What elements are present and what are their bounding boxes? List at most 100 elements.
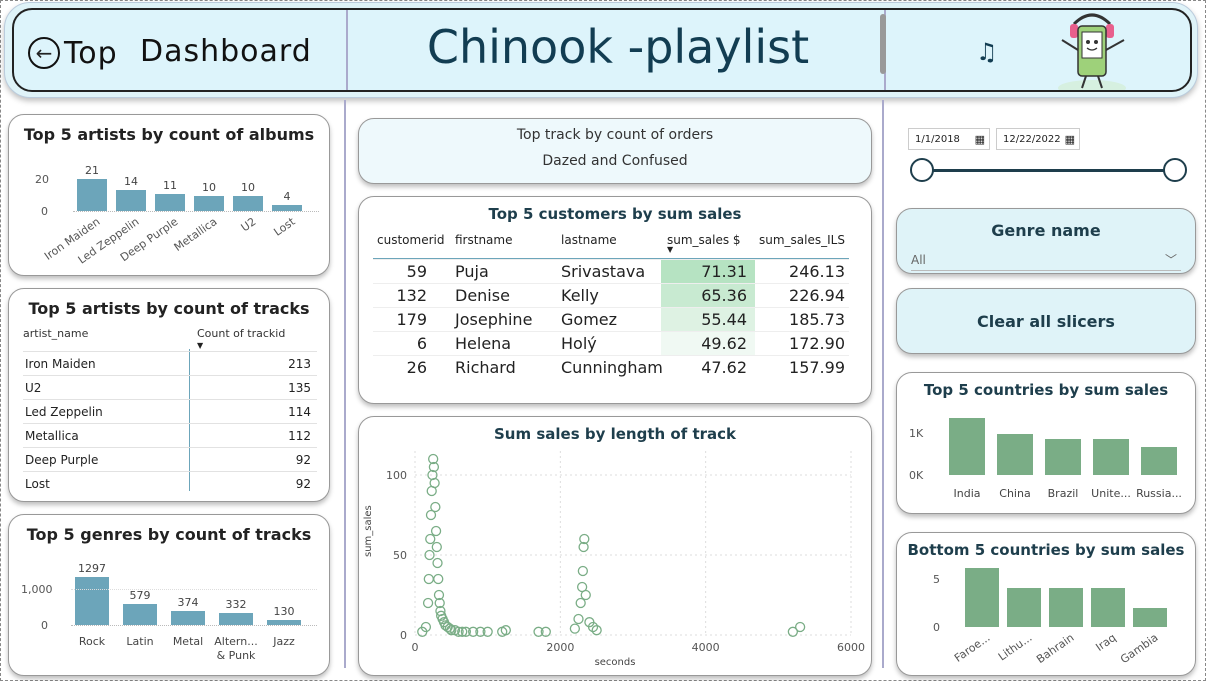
x-tick-label: India [953,487,981,500]
bar [1045,438,1081,475]
bar [965,568,999,627]
y-tick: 5 [933,573,940,586]
x-tick-label: Brazil [1047,487,1079,500]
date-slider-track[interactable] [922,169,1176,172]
data-label: 374 [177,596,199,610]
column-header-sum-sales-ils[interactable]: sum_sales_ILS [759,233,845,247]
music-mascot-icon [1058,13,1126,90]
x-tick-label: 4000 [692,641,720,654]
x-tick-label: Russia... [1136,487,1182,500]
bar [171,611,205,625]
column-header-artist[interactable]: artist_name [23,327,88,340]
x-tick-label: Unite... [1091,487,1131,500]
baseline [71,625,317,626]
baseline [73,211,319,212]
column-header-customerid[interactable]: customerid [377,233,444,247]
y-tick: 0K [909,469,924,482]
bottom-countries-card: Bottom 5 countries by sum sales 5 0 Faro… [896,532,1196,676]
clear-slicers-button[interactable]: Clear all slicers [896,288,1196,354]
top-track-value: Dazed and Confused [542,153,688,169]
track-count: 114 [288,404,311,419]
track-count: 213 [288,356,311,371]
table-row[interactable]: 6 Helena Holý 49.62 172.90 [373,331,849,356]
header-scrollbar[interactable] [880,14,886,74]
table-row[interactable]: 132 Denise Kelly 65.36 226.94 [373,283,849,308]
table-row[interactable]: Deep Purple 92 [23,447,317,471]
last-name: Holý [561,334,597,353]
end-date-input[interactable]: 12/22/2022 ▦ [996,128,1080,150]
y-tick-label: 100 [386,469,407,482]
x-tick-label: 6000 [837,641,865,654]
bar [1049,588,1083,627]
data-label: 11 [163,179,177,193]
date-slider-start-handle[interactable] [910,158,934,182]
data-label: 1297 [78,562,106,575]
start-date-value: 1/1/2018 [915,133,960,145]
genres-chart-card: Top 5 genres by count of tracks 1,000 0 … [8,514,330,676]
card-title: Top 5 artists by count of tracks [28,299,310,318]
first-name: Richard [455,358,516,377]
sum-sales-ils: 172.90 [789,334,845,353]
table-row[interactable]: Iron Maiden 213 [23,351,317,375]
calendar-icon[interactable]: ▦ [975,133,985,146]
customer-id: 59 [406,262,427,281]
bar [949,417,985,475]
calendar-icon[interactable]: ▦ [1065,133,1075,146]
column-divider [882,100,884,668]
artist-name: U2 [25,380,42,395]
back-button[interactable]: ← Top [28,28,118,78]
scatter-point [431,541,442,553]
header-panel: ← Top Dashboard Chinook -playlist ♫ [12,8,1192,92]
data-label: 14 [124,174,138,188]
sum-sales: 55.44 [701,310,747,329]
table-row[interactable]: Lost 92 [23,471,317,495]
table-row[interactable]: Led Zeppelin 114 [23,399,317,423]
clear-slicers-label: Clear all slicers [977,311,1115,331]
bar [77,179,107,211]
card-title: Top 5 genres by count of tracks [26,525,312,544]
bar [997,434,1033,475]
last-name: Kelly [561,286,599,305]
sort-desc-icon: ▼ [197,341,204,350]
table-row[interactable]: 59 Puja Srivastava 71.31 246.13 [373,259,849,284]
top-countries-card: Top 5 countries by sum sales 1K 0K India… [896,372,1196,514]
scatter-point [423,573,434,585]
genre-slicer-title: Genre name [991,221,1101,240]
column-header-lastname[interactable]: lastname [561,233,617,247]
table-row[interactable]: 179 Josephine Gomez 55.44 185.73 [373,307,849,332]
column-header-firstname[interactable]: firstname [455,233,512,247]
column-header-sum-sales[interactable]: sum_sales $ [667,233,741,247]
sum-sales-ils: 157.99 [789,358,845,377]
sum-sales: 47.62 [701,358,747,377]
end-date-value: 12/22/2022 [1003,133,1061,145]
scatter-chart-card: Sum sales by length of track 0 2000 4000 60… [358,416,872,676]
bar [155,194,185,211]
scatter-point [433,573,444,585]
first-name: Helena [455,334,512,353]
date-slider-end-handle[interactable] [1163,158,1187,182]
artist-name: Led Zeppelin [25,404,103,419]
tracks-table-card: Top 5 artists by count of tracks artist_… [8,288,330,502]
start-date-input[interactable]: 1/1/2018 ▦ [908,128,990,150]
scatter-point [580,589,591,601]
customers-table-card: Top 5 customers by sum sales customerid … [358,196,872,404]
scatter-point [422,597,434,609]
top-track-card: Top track by count of orders Dazed and C… [358,118,872,184]
last-name: Cunningham [561,358,663,377]
x-tick-label: Lost [271,215,298,239]
table-row[interactable]: Metallica 112 [23,423,317,447]
sum-sales-ils: 226.94 [789,286,845,305]
y-tick: 0 [933,621,940,634]
column-divider [344,100,346,668]
column-header-count[interactable]: Count of trackid [197,327,285,340]
table-row[interactable]: U2 135 [23,375,317,399]
last-name: Gomez [561,310,618,329]
x-tick-label: & Punk [216,649,256,662]
back-label: Top [64,35,118,71]
music-note-icon: ♫ [976,38,998,66]
genre-dropdown[interactable]: All ﹀ [911,253,1181,271]
table-row[interactable]: 26 Richard Cunningham 47.62 157.99 [373,355,849,379]
sum-sales: 71.31 [701,262,747,281]
scatter-plot: 0 2000 4000 6000 100 50 0 [386,451,865,654]
y-tick: 20 [35,173,49,186]
